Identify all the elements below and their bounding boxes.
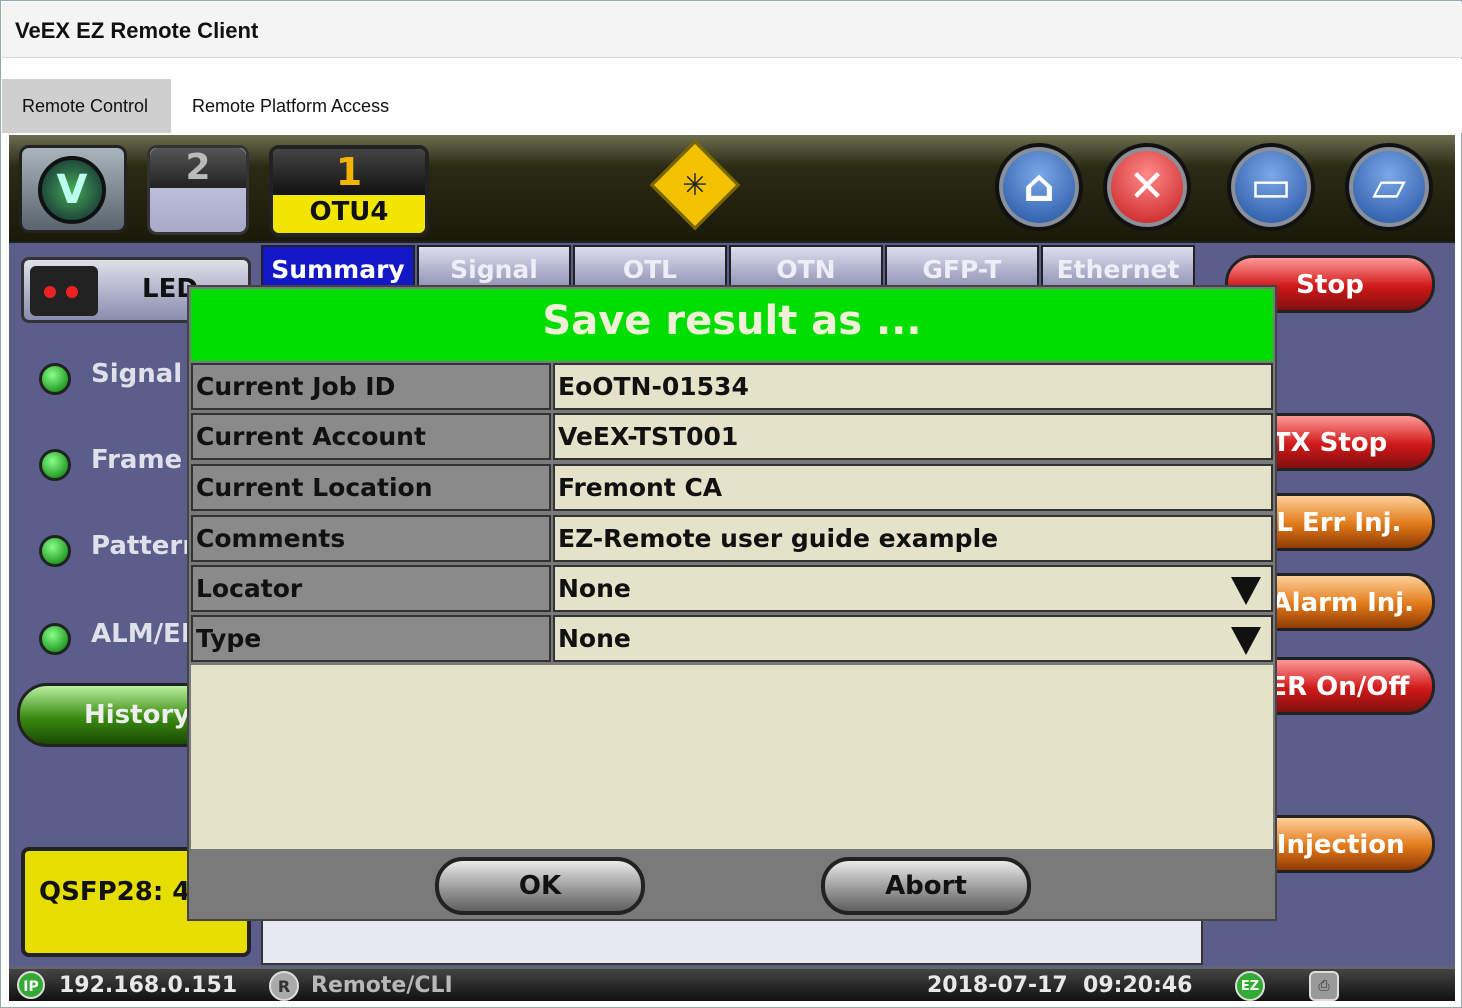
abort-button[interactable]: Abort xyxy=(821,857,1031,915)
location-label: Current Location xyxy=(191,464,551,511)
ip-icon: IP xyxy=(17,971,45,999)
battery-icon: ▭ xyxy=(1250,161,1292,212)
port-2-button[interactable]: 2 xyxy=(147,145,249,235)
tab-remote-control[interactable]: Remote Control xyxy=(2,79,171,133)
folder-button[interactable]: ▱ xyxy=(1345,143,1433,231)
ok-button-label: OK xyxy=(518,871,562,901)
dropdown-arrow-icon[interactable] xyxy=(1231,577,1261,605)
history-button-label: History xyxy=(84,700,191,730)
led-indicator-icon xyxy=(30,266,98,316)
locator-value: None xyxy=(558,574,631,603)
ez-icon[interactable]: EZ xyxy=(1235,971,1265,1001)
account-label: Current Account xyxy=(191,413,551,460)
port-1-mode: OTU4 xyxy=(309,197,389,227)
ip-address: 192.168.0.151 xyxy=(59,973,238,998)
close-button[interactable]: ✕ xyxy=(1103,143,1191,231)
comments-label: Comments xyxy=(191,515,551,562)
save-result-dialog: Save result as ... Current Job ID EoOTN-… xyxy=(187,285,1277,921)
dialog-empty-area xyxy=(191,665,1273,849)
remote-mode: Remote/CLI xyxy=(311,973,453,998)
job-id-field[interactable]: EoOTN-01534 xyxy=(553,363,1273,410)
veex-logo-icon: V xyxy=(38,156,106,224)
close-icon: ✕ xyxy=(1128,161,1166,212)
home-button[interactable]: ⌂ xyxy=(995,143,1083,231)
job-id-row: Current Job ID EoOTN-01534 xyxy=(191,363,1273,412)
usb-icon[interactable]: ⎙ xyxy=(1309,971,1339,1001)
veex-logo-button[interactable]: V xyxy=(19,145,127,233)
dialog-title: Save result as ... xyxy=(191,289,1273,361)
home-icon: ⌂ xyxy=(1023,161,1055,212)
date-time: 2018-07-17 09:20:46 xyxy=(927,973,1193,998)
led-frame-label: Frame xyxy=(91,445,183,475)
led-signal-label: Signal xyxy=(91,359,183,389)
type-value: None xyxy=(558,624,631,653)
app-window: VeEX EZ Remote Client Remote Control Rem… xyxy=(0,0,1462,1008)
tab-remote-platform-access[interactable]: Remote Platform Access xyxy=(172,79,409,133)
led-pattern-label: Pattern xyxy=(91,531,201,561)
type-row: Type None xyxy=(191,615,1273,664)
dropdown-arrow-icon[interactable] xyxy=(1231,627,1261,655)
device-screen: V 2 1 OTU4 ✳ ⌂ ✕ ▭ ▱ LED Signal Frame Pa… xyxy=(9,135,1455,1001)
main-tab-bar: Remote Control Remote Platform Access xyxy=(2,59,1462,133)
module-label: QSFP28: 4X xyxy=(39,877,211,907)
type-label: Type xyxy=(191,615,551,662)
abort-button-label: Abort xyxy=(885,871,967,901)
remote-icon: R xyxy=(269,971,299,1001)
type-select[interactable]: None xyxy=(553,615,1273,662)
port-1-label: 1 xyxy=(273,149,425,195)
locator-select[interactable]: None xyxy=(553,565,1273,612)
folder-icon: ▱ xyxy=(1372,161,1406,212)
port-2-label: 2 xyxy=(150,148,246,188)
device-toolbar: V 2 1 OTU4 ✳ ⌂ ✕ ▭ ▱ xyxy=(9,135,1455,243)
status-led-icon xyxy=(39,449,71,481)
laser-icon: ✳ xyxy=(682,168,708,203)
comments-field[interactable]: EZ-Remote user guide example xyxy=(553,515,1273,562)
status-led-icon xyxy=(39,623,71,655)
location-field[interactable]: Fremont CA xyxy=(553,464,1273,511)
account-field[interactable]: VeEX-TST001 xyxy=(553,413,1273,460)
location-row: Current Location Fremont CA xyxy=(191,464,1273,513)
title-bar: VeEX EZ Remote Client xyxy=(2,2,1462,58)
account-row: Current Account VeEX-TST001 xyxy=(191,413,1273,462)
port-1-button[interactable]: 1 OTU4 xyxy=(269,145,429,237)
locator-row: Locator None xyxy=(191,565,1273,614)
battery-button[interactable]: ▭ xyxy=(1227,143,1315,231)
locator-label: Locator xyxy=(191,565,551,612)
ok-button[interactable]: OK xyxy=(435,857,645,915)
device-status-bar: IP 192.168.0.151 R Remote/CLI 2018-07-17… xyxy=(9,967,1455,1001)
status-led-icon xyxy=(39,535,71,567)
comments-row: Comments EZ-Remote user guide example xyxy=(191,515,1273,564)
app-title: VeEX EZ Remote Client xyxy=(15,18,259,43)
status-led-icon xyxy=(39,363,71,395)
job-id-label: Current Job ID xyxy=(191,363,551,410)
